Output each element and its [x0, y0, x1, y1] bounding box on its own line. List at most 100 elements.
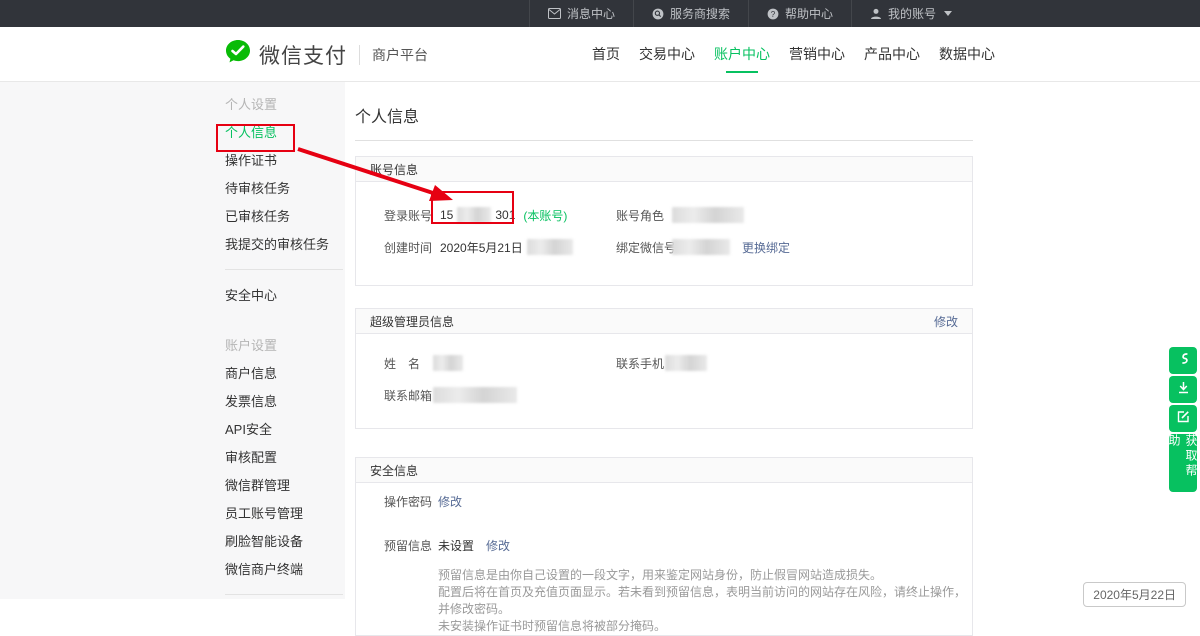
created-time-value: 2020年5月21日 [440, 239, 523, 256]
reserved-info-label: 预留信息 [384, 537, 438, 554]
redacted-created-detail [527, 239, 573, 255]
topbar-item-messages[interactable]: 消息中心 [529, 0, 633, 27]
main-nav: 首页 交易中心 账户中心 营销中心 产品中心 数据中心 [592, 27, 995, 82]
brand-name: 微信支付 [259, 40, 347, 70]
account-info-row-2: 创建时间 2020年5月21日 绑定微信号 更换绑定 [384, 231, 972, 263]
redacted-account-role [672, 207, 744, 223]
sidebar-item-staff-account-management[interactable]: 员工账号管理 [225, 500, 345, 528]
account-info-header: 账号信息 [356, 157, 972, 182]
user-icon [870, 8, 882, 20]
description-line: 未安装操作证书时预留信息将被部分掩码。 [438, 618, 972, 635]
brand[interactable]: 微信支付 商户平台 [225, 27, 428, 82]
topbar-item-help-center[interactable]: ? 帮助中心 [748, 0, 851, 27]
topbar-item-my-account[interactable]: 我的账号 [851, 0, 970, 27]
description-line: 预留信息是由你自己设置的一段文字，用来鉴定网站身份，防止假冒网站造成损失。 [438, 567, 972, 584]
topbar: 消息中心 服务商搜索 ? 帮助中心 我的账号 [0, 0, 1200, 27]
sidebar-item-personal-info[interactable]: 个人信息 [225, 119, 345, 147]
topbar-item-label: 我的账号 [888, 5, 936, 22]
reserved-info-status: 未设置 [438, 537, 474, 554]
sidebar-divider [225, 269, 343, 270]
redacted-bound-wechat [672, 239, 730, 255]
description-line: 配置后将在首页及充值页面显示。若未看到预留信息，表明当前访问的网站存在风险，请终… [438, 584, 972, 618]
sidebar-item-invoice-info[interactable]: 发票信息 [225, 388, 345, 416]
sidebar-item-operation-certificate[interactable]: 操作证书 [225, 147, 345, 175]
sidebar-item-api-security[interactable]: API安全 [225, 416, 345, 444]
super-admin-panel: 超级管理员信息 修改 姓 名 联系手机 联系邮箱 [355, 308, 973, 429]
get-help-button[interactable]: 获取帮助 [1169, 434, 1197, 492]
wechat-pay-logo-icon [225, 39, 251, 70]
super-admin-row-2: 联系邮箱 [384, 379, 972, 411]
topbar-item-label: 消息中心 [567, 5, 615, 22]
sidebar-item-pending-review-tasks[interactable]: 待审核任务 [225, 175, 345, 203]
topbar-item-label: 服务商搜索 [670, 5, 730, 22]
mail-icon [548, 8, 561, 19]
security-info-panel: 安全信息 操作密码 修改 预留信息 未设置 修改 预留信息是由你自己设置的一段文… [355, 457, 973, 636]
reserved-info-edit-link[interactable]: 修改 [486, 537, 510, 554]
redacted-contact-email [433, 387, 517, 403]
login-account-label: 登录账号 [384, 207, 440, 224]
sidebar-item-my-submitted-review-tasks[interactable]: 我提交的审核任务 [225, 231, 345, 259]
main-content: 个人信息 账号信息 登录账号 15301 (本账号) 账号角色 [345, 82, 1200, 599]
super-admin-edit-link[interactable]: 修改 [934, 313, 958, 330]
sidebar-divider [225, 594, 343, 595]
operation-password-label: 操作密码 [384, 493, 438, 510]
brand-portal-label: 商户平台 [372, 45, 428, 65]
floating-toolbar: 获取帮助 [1169, 347, 1197, 492]
login-account-value: 15301 (本账号) [440, 207, 567, 224]
bound-wechat-label: 绑定微信号 [616, 239, 672, 256]
login-account-suffix: 301 [495, 208, 515, 222]
contact-phone-label: 联系手机 [616, 355, 665, 372]
security-info-title: 安全信息 [370, 462, 418, 479]
sidebar-heading-account-settings: 账户设置 [225, 332, 345, 360]
account-role-label: 账号角色 [616, 207, 672, 224]
link-tool-button[interactable] [1169, 347, 1197, 374]
download-icon [1177, 381, 1190, 399]
nav-item-marketing-center[interactable]: 营销中心 [789, 27, 845, 82]
super-admin-header: 超级管理员信息 修改 [356, 309, 972, 334]
feedback-tool-button[interactable] [1169, 405, 1197, 432]
security-info-header: 安全信息 [356, 458, 972, 483]
sidebar-item-merchant-info[interactable]: 商户信息 [225, 360, 345, 388]
reserved-info-description: 预留信息是由你自己设置的一段文字，用来鉴定网站身份，防止假冒网站造成损失。 配置… [438, 567, 972, 635]
header: 微信支付 商户平台 首页 交易中心 账户中心 营销中心 产品中心 数据中心 [0, 27, 1200, 82]
page-title: 个人信息 [355, 82, 973, 127]
brand-separator [359, 45, 360, 65]
sidebar-heading-personal-settings: 个人设置 [225, 91, 345, 119]
super-admin-row-1: 姓 名 联系手机 [384, 347, 972, 379]
svg-text:?: ? [771, 9, 776, 18]
login-account-prefix: 15 [440, 208, 453, 222]
download-tool-button[interactable] [1169, 376, 1197, 403]
super-admin-title: 超级管理员信息 [370, 313, 454, 330]
search-icon [652, 8, 664, 20]
redacted-contact-phone [665, 355, 707, 371]
sidebar-item-wechat-group-management[interactable]: 微信群管理 [225, 472, 345, 500]
sidebar-item-reviewed-tasks[interactable]: 已审核任务 [225, 203, 345, 231]
nav-item-account-center[interactable]: 账户中心 [714, 27, 770, 82]
title-divider [355, 140, 973, 141]
created-time-label: 创建时间 [384, 239, 440, 256]
reserved-info-row: 预留信息 未设置 修改 [384, 531, 972, 559]
operation-password-row: 操作密码 修改 [384, 487, 972, 515]
sidebar: 个人设置 个人信息 操作证书 待审核任务 已审核任务 我提交的审核任务 安全中心… [0, 82, 345, 599]
operation-password-edit-link[interactable]: 修改 [438, 493, 462, 510]
sidebar-item-review-config[interactable]: 审核配置 [225, 444, 345, 472]
redacted-name [433, 355, 463, 371]
help-icon: ? [767, 8, 779, 20]
topbar-item-provider-search[interactable]: 服务商搜索 [633, 0, 748, 27]
sidebar-item-wechat-merchant-terminal[interactable]: 微信商户终端 [225, 556, 345, 584]
account-info-title: 账号信息 [370, 161, 418, 178]
account-info-panel: 账号信息 登录账号 15301 (本账号) 账号角色 [355, 156, 973, 286]
name-label: 姓 名 [384, 355, 433, 372]
nav-item-product-center[interactable]: 产品中心 [864, 27, 920, 82]
sidebar-item-face-smart-device[interactable]: 刷脸智能设备 [225, 528, 345, 556]
edit-icon [1177, 410, 1190, 428]
nav-item-home[interactable]: 首页 [592, 27, 620, 82]
chevron-down-icon [944, 11, 952, 16]
account-info-row-1: 登录账号 15301 (本账号) 账号角色 [384, 199, 972, 231]
rebind-link[interactable]: 更换绑定 [742, 239, 790, 256]
sidebar-item-security-center[interactable]: 安全中心 [225, 282, 345, 310]
redacted-login-middle [457, 207, 491, 223]
topbar-item-label: 帮助中心 [785, 5, 833, 22]
nav-item-data-center[interactable]: 数据中心 [939, 27, 995, 82]
nav-item-trade-center[interactable]: 交易中心 [639, 27, 695, 82]
